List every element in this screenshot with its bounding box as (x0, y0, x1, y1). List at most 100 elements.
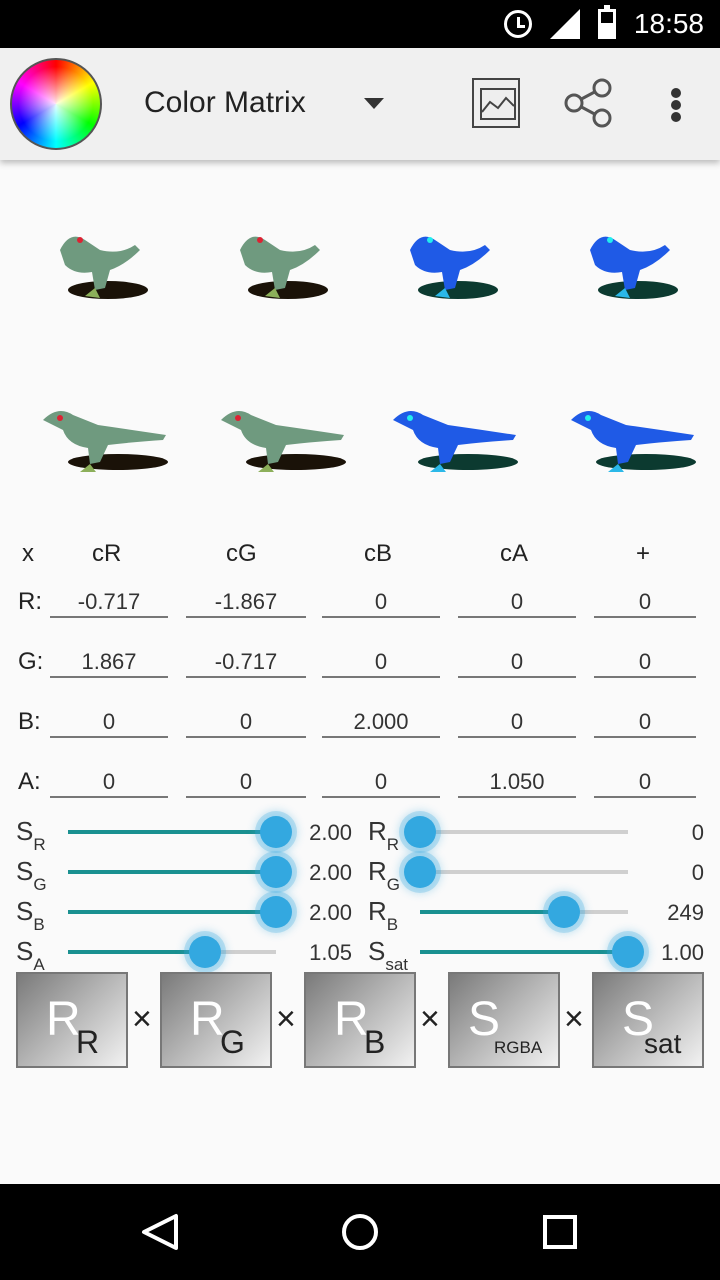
slider-label-main: R (368, 816, 387, 846)
slider-track[interactable] (420, 870, 628, 874)
slider-label: RB (368, 896, 399, 935)
slider-fill (68, 910, 276, 914)
slider-thumb[interactable] (547, 896, 580, 928)
slider-label-sub: B (386, 915, 399, 935)
matrix-row-label: B: (18, 708, 41, 735)
signal-icon (549, 9, 580, 39)
times-symbol: × (132, 1000, 152, 1038)
factor-button-sub: sat (644, 1028, 682, 1059)
matrix-cell-input[interactable]: 0 (594, 768, 696, 798)
matrix-cell-input[interactable]: 0 (458, 708, 576, 738)
header-plus: + (636, 540, 651, 567)
dino-image-green-2 (240, 236, 328, 299)
slider-label-main: S (16, 816, 34, 846)
factor-button[interactable]: Ssat (592, 972, 704, 1068)
times-symbol: × (276, 1000, 296, 1038)
color-wheel-logo[interactable] (10, 58, 102, 150)
factor-button[interactable]: RG (160, 972, 272, 1068)
status-bar: 18:58 (0, 0, 720, 48)
slider-label-sub: B (33, 915, 45, 935)
recents-icon[interactable] (540, 1212, 580, 1252)
slider-track[interactable] (68, 870, 276, 874)
matrix-row-label: G: (18, 648, 44, 675)
slider-label-sub: R (33, 835, 46, 855)
slider-label-sub: G (386, 875, 401, 895)
slider-thumb[interactable] (189, 936, 222, 968)
slider-label-main: R (368, 896, 387, 926)
alarm-icon (503, 10, 532, 38)
matrix-cell-input[interactable]: -0.717 (186, 648, 306, 678)
slider-thumb[interactable] (260, 816, 292, 848)
matrix-cell-input[interactable]: 1.867 (50, 648, 168, 678)
header-cr: cR (92, 540, 122, 567)
slider-value: 1.00 (661, 940, 704, 965)
header-x: x (22, 540, 34, 567)
slider-label-main: S (16, 856, 34, 886)
slider-label: SG (16, 856, 47, 895)
app-title[interactable]: Color Matrix (144, 86, 306, 120)
matrix-cell-input[interactable]: 0 (594, 588, 696, 618)
factor-button-sub: RGBA (494, 1038, 543, 1057)
slider-fill (68, 830, 276, 834)
slider-fill (68, 870, 276, 874)
slider-label-sub: G (33, 875, 47, 895)
dino-image-blue-8 (571, 411, 696, 472)
slider-value: 2.00 (309, 900, 352, 925)
slider-track[interactable] (68, 950, 276, 954)
factor-button[interactable]: RB (304, 972, 416, 1068)
share-icon[interactable] (560, 78, 616, 128)
matrix-cell-input[interactable]: 0 (458, 588, 576, 618)
matrix-cell-input[interactable]: -0.717 (50, 588, 168, 618)
slider-label: SR (16, 816, 46, 855)
slider-thumb[interactable] (260, 856, 292, 888)
slider-value: 2.00 (309, 820, 352, 845)
matrix-cell-input[interactable]: 0 (594, 708, 696, 738)
matrix-cell-input[interactable]: -1.867 (186, 588, 306, 618)
slider-value: 1.05 (309, 940, 352, 965)
matrix-cell-input[interactable]: 0 (458, 648, 576, 678)
matrix-cell-input[interactable]: 0 (594, 648, 696, 678)
factor-button[interactable]: RR (16, 972, 128, 1068)
slider-label-main: R (368, 856, 387, 886)
matrix-cell-input[interactable]: 0 (322, 768, 440, 798)
slider-label-sub: R (386, 835, 400, 855)
slider-thumb[interactable] (404, 856, 436, 888)
slider-track[interactable] (420, 950, 628, 954)
matrix-cell-input[interactable]: 2.000 (322, 708, 440, 738)
slider-value: 0 (691, 820, 704, 845)
slider-value: 0 (691, 860, 704, 885)
matrix-cell-input[interactable]: 0 (186, 768, 306, 798)
matrix-row-label: A: (18, 768, 41, 795)
dino-image-original-5 (43, 411, 168, 472)
matrix-cell-input[interactable]: 0 (322, 588, 440, 618)
matrix-cell-input[interactable]: 0 (50, 708, 168, 738)
slider-thumb[interactable] (404, 816, 436, 848)
matrix-cell-input[interactable]: 0 (322, 648, 440, 678)
matrix-header: x cR cG cB cA + (0, 540, 720, 570)
slider-fill (420, 950, 628, 954)
header-cb: cB (364, 540, 393, 567)
dino-image-blue-7 (393, 411, 518, 472)
factor-button-sub: B (364, 1024, 386, 1060)
times-symbol: × (564, 1000, 584, 1038)
slider-track[interactable] (420, 830, 628, 834)
dino-image-green-6 (221, 411, 346, 472)
matrix-cell-input[interactable]: 1.050 (458, 768, 576, 798)
matrix-cell-input[interactable]: 0 (50, 768, 168, 798)
factor-button[interactable]: S RGBA (448, 972, 560, 1068)
slider-thumb[interactable] (260, 896, 292, 928)
slider-track[interactable] (68, 910, 276, 914)
home-icon[interactable] (338, 1210, 382, 1254)
slider-track[interactable] (68, 830, 276, 834)
back-icon[interactable] (138, 1212, 182, 1252)
slider-track[interactable] (420, 910, 628, 914)
dino-image-blue-4 (590, 236, 678, 299)
matrix-cell-input[interactable]: 0 (186, 708, 306, 738)
dropdown-arrow-icon[interactable] (364, 98, 384, 109)
image-icon[interactable] (472, 78, 520, 128)
slider-label-main: S (16, 936, 34, 966)
slider-label: Ssat (368, 936, 408, 974)
image-grid (0, 180, 720, 520)
more-vert-icon[interactable] (660, 78, 692, 128)
header-cg: cG (226, 540, 257, 567)
